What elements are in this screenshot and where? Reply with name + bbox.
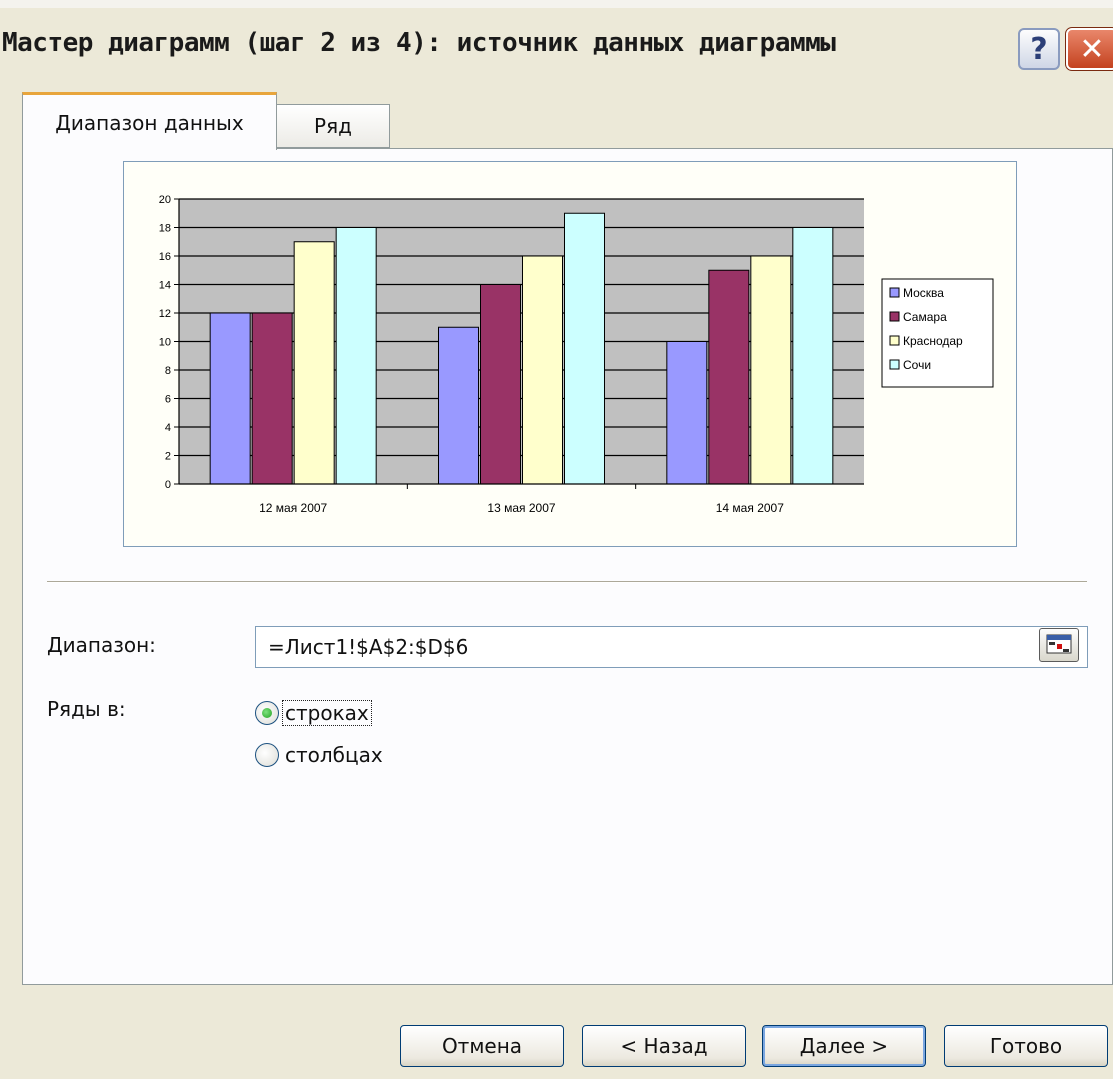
tab-series[interactable]: Ряд [276,104,390,148]
y-tick-label: 12 [159,308,171,320]
radio-rows[interactable] [255,701,279,725]
legend-swatch [889,287,900,298]
y-tick-label: 8 [165,365,171,377]
separator [47,581,1087,583]
help-button[interactable]: ? [1018,28,1060,70]
bar [564,212,605,485]
bar [335,227,377,485]
legend-label: Сочи [903,358,931,372]
x-tick-label: 13 мая 2007 [487,501,555,515]
x-tick-label: 14 мая 2007 [716,501,784,515]
next-button[interactable]: Далее > [762,1025,926,1067]
cancel-button[interactable]: Отмена [400,1025,564,1067]
range-input[interactable]: =Лист1!$A$2:$D$6 [255,626,1088,668]
y-tick-label: 10 [159,337,171,349]
bar [708,269,750,485]
tab-data-range[interactable]: Диапазон данных [22,92,277,150]
range-label: Диапазон: [47,633,156,657]
bar [750,255,792,485]
radio-columns[interactable] [255,743,279,767]
y-tick-label: 6 [165,394,171,406]
legend-label: Самара [903,310,947,324]
bar [209,312,251,485]
title-bar: Мастер диаграмм (шаг 2 из 4): источник д… [0,8,1113,76]
tab-panel: 0 2 4 6 8 10 12 14 16 18 20 12 мая 2007 13 мая 2007 1… [22,148,1113,985]
window-title: Мастер диаграмм (шаг 2 из 4): источник д… [2,28,836,58]
series-in-label: Ряды в: [47,697,126,721]
back-button[interactable]: < Назад [582,1025,746,1067]
y-tick-label: 20 [159,194,171,206]
bar [792,227,834,485]
bar [438,326,479,485]
bar [666,341,708,485]
legend-swatch [889,359,900,370]
radio-rows-label: строках [282,700,372,726]
chart-preview: 0 2 4 6 8 10 12 14 16 18 20 12 мая 2007 13 мая 2007 1… [123,161,1017,547]
bar [251,312,293,485]
chart-svg: 0 2 4 6 8 10 12 14 16 18 20 12 мая 2007 13 мая 2007 1… [159,194,994,515]
y-tick-label: 16 [159,251,171,263]
y-tick-label: 4 [165,422,171,434]
finish-button[interactable]: Готово [944,1025,1108,1067]
y-tick-label: 14 [159,280,171,292]
bar [480,284,521,485]
bar [522,255,563,485]
bar [293,241,335,485]
close-button[interactable]: ✕ [1065,27,1113,71]
close-icon: ✕ [1079,31,1105,67]
collapse-dialog-button[interactable] [1039,628,1079,662]
range-select-icon [1046,634,1072,654]
y-tick-label: 2 [165,451,171,463]
y-tick-label: 18 [159,223,171,235]
radio-rows-option[interactable]: строках [255,700,372,726]
legend-label: Краснодар [903,334,963,348]
legend-label: Москва [903,286,944,300]
chart-wizard-dialog: Мастер диаграмм (шаг 2 из 4): источник д… [0,0,1113,1079]
legend-swatch [889,311,900,322]
radio-columns-option[interactable]: столбцах [255,743,385,767]
question-icon: ? [1030,31,1048,67]
y-tick-label: 0 [165,479,171,491]
legend-swatch [889,335,900,346]
radio-columns-label: столбцах [285,743,383,767]
x-tick-label: 12 мая 2007 [259,501,327,515]
